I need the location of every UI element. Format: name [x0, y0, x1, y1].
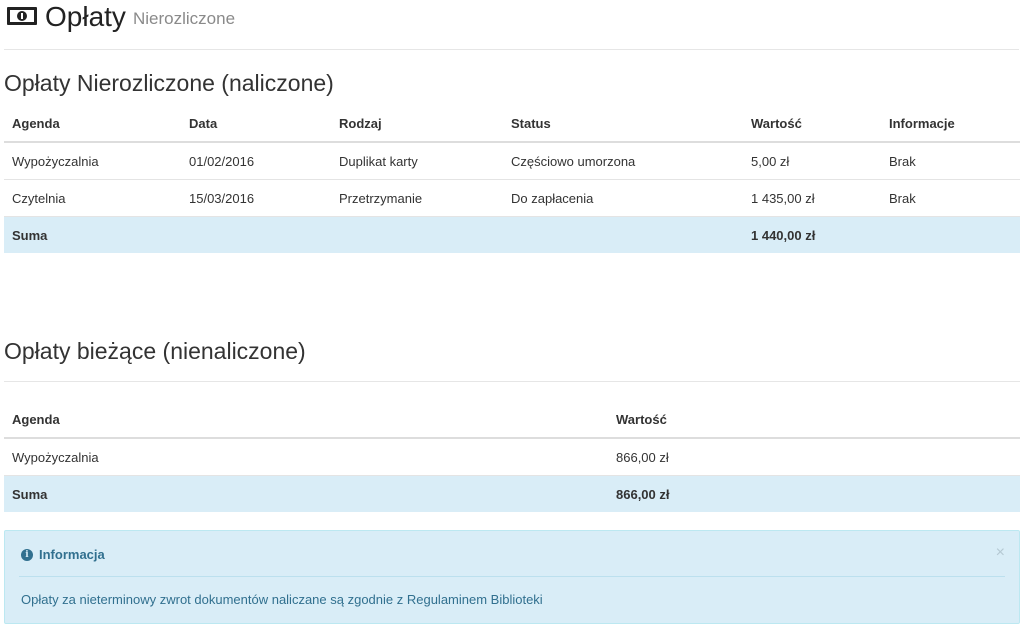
- section-title-current: Opłaty bieżące (nienaliczone): [4, 338, 306, 364]
- charged-fees-table: Agenda Data Rodzaj Status Wartość Inform…: [4, 105, 1020, 253]
- sum-row: Suma 1 440,00 zł: [4, 216, 1020, 253]
- cell-info: Brak: [881, 141, 1020, 180]
- column-header-type: Rodzaj: [331, 105, 503, 143]
- current-fees-table: Agenda Wartość Wypożyczalnia 866,00 zł S…: [4, 401, 1020, 512]
- sum-label: Suma: [4, 475, 608, 512]
- cell-info: Brak: [881, 179, 1020, 217]
- cell-type: Duplikat karty: [331, 141, 503, 180]
- section-title-charged: Opłaty Nierozliczone (naliczone): [4, 70, 334, 96]
- table-header-row: Agenda Wartość: [4, 401, 1020, 439]
- cell-status: Częściowo umorzona: [503, 141, 743, 180]
- cell-date: 15/03/2016: [181, 179, 331, 217]
- cell-value: 5,00 zł: [743, 141, 881, 180]
- column-header-status: Status: [503, 105, 743, 143]
- alert-divider: [19, 576, 1005, 577]
- sum-value: 1 440,00 zł: [743, 216, 881, 253]
- page-subtitle: Nierozliczone: [133, 9, 236, 28]
- column-header-value: Wartość: [608, 401, 1020, 439]
- section-divider: [4, 381, 1020, 382]
- table-row: Czytelnia 15/03/2016 Przetrzymanie Do za…: [4, 179, 1020, 217]
- page-header: Opłaty Nierozliczone: [4, 0, 1019, 50]
- cell-agenda: Wypożyczalnia: [4, 437, 608, 476]
- column-header-agenda: Agenda: [4, 401, 608, 439]
- cell-value: 1 435,00 zł: [743, 179, 881, 217]
- sum-value: 866,00 zł: [608, 475, 1020, 512]
- column-header-info: Informacje: [881, 105, 1020, 143]
- cell-agenda: Wypożyczalnia: [4, 141, 181, 180]
- cell-value: 866,00 zł: [608, 437, 1020, 476]
- page-title: Opłaty: [45, 1, 126, 32]
- info-alert: i Informacja × Opłaty za nieterminowy zw…: [4, 530, 1020, 624]
- cell-type: Przetrzymanie: [331, 179, 503, 217]
- table-row: Wypożyczalnia 01/02/2016 Duplikat karty …: [4, 141, 1020, 180]
- cell-date: 01/02/2016: [181, 141, 331, 180]
- alert-title-text: Informacja: [39, 547, 105, 562]
- cell-agenda: Czytelnia: [4, 179, 181, 217]
- sum-row: Suma 866,00 zł: [4, 475, 1020, 512]
- column-header-date: Data: [181, 105, 331, 143]
- info-circle-icon: i: [21, 548, 33, 561]
- table-row: Wypożyczalnia 866,00 zł: [4, 437, 1020, 476]
- money-bill-icon: [7, 7, 37, 25]
- alert-body: Opłaty za nieterminowy zwrot dokumentów …: [21, 592, 543, 607]
- cell-status: Do zapłacenia: [503, 179, 743, 217]
- table-header-row: Agenda Data Rodzaj Status Wartość Inform…: [4, 105, 1020, 143]
- close-icon[interactable]: ×: [996, 545, 1005, 561]
- column-header-value: Wartość: [743, 105, 881, 143]
- sum-label: Suma: [4, 216, 181, 253]
- alert-title: i Informacja: [21, 547, 105, 562]
- column-header-agenda: Agenda: [4, 105, 181, 143]
